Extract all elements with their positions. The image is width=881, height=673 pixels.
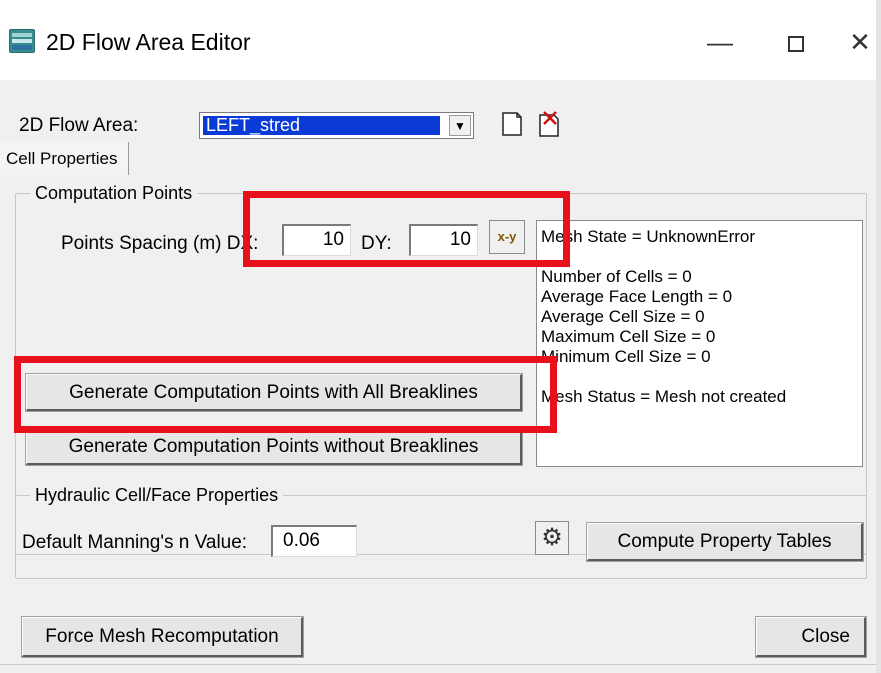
title-bar: 2D Flow Area Editor — ✕ <box>0 0 881 80</box>
new-document-icon <box>502 112 522 136</box>
mesh-state-text: Mesh State = UnknownError <box>541 227 756 246</box>
flow-area-selected-value: LEFT_stred <box>203 116 440 135</box>
mesh-status-panel: Mesh State = UnknownError Number of Cell… <box>536 220 863 467</box>
average-cell-size-text: Average Cell Size = 0 <box>541 307 705 326</box>
maximize-icon <box>788 36 804 53</box>
points-spacing-label: Points Spacing (m) DX: <box>61 233 259 254</box>
average-face-length-text: Average Face Length = 0 <box>541 287 733 306</box>
mesh-status-text: Mesh Status = Mesh not created <box>541 387 787 406</box>
flow-area-select[interactable]: LEFT_stred ▼ <box>199 112 474 139</box>
gear-icon[interactable]: ⚙ <box>535 521 569 555</box>
generate-all-breaklines-button[interactable]: Generate Computation Points with All Bre… <box>25 373 523 412</box>
chevron-down-icon[interactable]: ▼ <box>449 115 471 136</box>
maximize-button[interactable] <box>766 20 826 64</box>
number-of-cells-text: Number of Cells = 0 <box>541 267 692 286</box>
window-right-edge <box>876 0 881 673</box>
ras-app-icon <box>9 29 35 53</box>
close-button[interactable]: Close <box>755 616 867 658</box>
new-flow-area-button[interactable] <box>497 109 527 139</box>
close-window-button[interactable]: ✕ <box>830 20 881 64</box>
footer-divider <box>0 664 876 665</box>
generate-without-breaklines-button[interactable]: Generate Computation Points without Brea… <box>25 427 523 466</box>
xy-icon-button[interactable]: x-y <box>489 220 525 254</box>
dy-label: DY: <box>361 233 392 254</box>
compute-property-tables-button[interactable]: Compute Property Tables <box>586 522 864 562</box>
delete-flow-area-button[interactable] <box>534 109 564 139</box>
force-mesh-recomputation-button[interactable]: Force Mesh Recomputation <box>21 616 304 658</box>
hydraulic-properties-title: Hydraulic Cell/Face Properties <box>30 484 284 506</box>
minimize-button[interactable]: — <box>690 20 750 64</box>
maximum-cell-size-text: Maximum Cell Size = 0 <box>541 327 716 346</box>
manning-input[interactable]: 0.06 <box>271 525 357 557</box>
minimum-cell-size-text: Minimum Cell Size = 0 <box>541 347 711 366</box>
tab-cell-properties[interactable]: Cell Properties <box>0 142 129 175</box>
flow-area-label: 2D Flow Area: <box>19 115 139 136</box>
delete-document-icon <box>539 111 559 137</box>
manning-label: Default Manning's n Value: <box>22 532 248 553</box>
window-title: 2D Flow Area Editor <box>46 29 251 55</box>
dy-input[interactable]: 10 <box>409 224 478 256</box>
dx-input[interactable]: 10 <box>282 224 351 256</box>
computation-points-title: Computation Points <box>30 182 198 204</box>
